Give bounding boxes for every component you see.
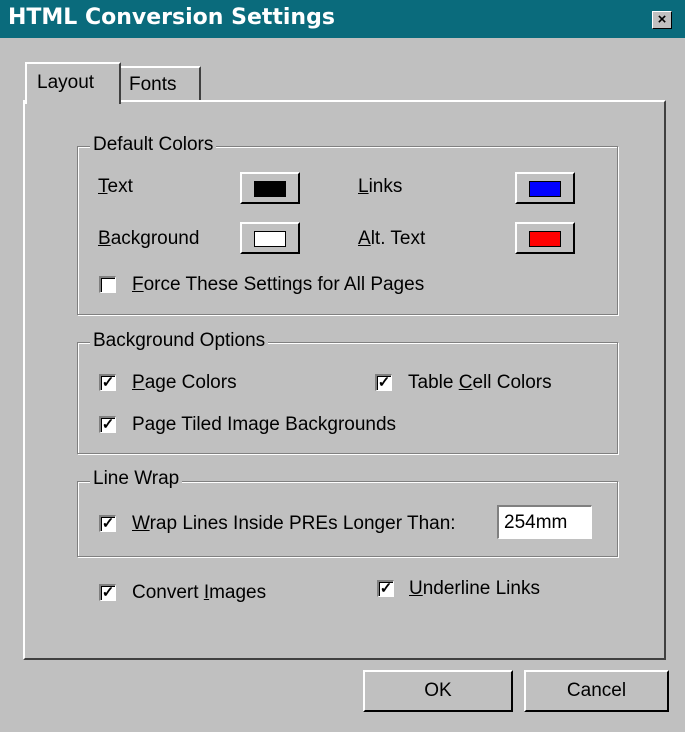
text-color-label: Text (98, 176, 133, 198)
check-icon: ✓ (101, 374, 115, 391)
group-legend: Line Wrap (90, 468, 183, 490)
force-settings-label-text: orce These Settings for All Pages (143, 274, 425, 295)
underline-links-checkbox[interactable]: ✓ (377, 580, 394, 597)
background-color-button[interactable] (240, 222, 300, 254)
underline-links-label-mnemonic: U (409, 578, 423, 599)
convert-images-label[interactable]: Convert Images (132, 582, 266, 604)
links-color-swatch (529, 181, 561, 197)
background-color-label-text: ackground (110, 228, 200, 249)
check-icon: ✓ (101, 416, 115, 433)
convert-images-label-text-1: Convert (132, 582, 204, 603)
page-colors-checkbox[interactable]: ✓ (99, 374, 116, 391)
wrap-length-value: 254mm (504, 512, 568, 533)
ok-button[interactable]: OK (363, 670, 513, 712)
force-settings-label-mnemonic: F (132, 274, 144, 295)
alt-text-color-label: Alt. Text (358, 228, 425, 250)
tiled-backgrounds-checkbox[interactable]: ✓ (99, 416, 116, 433)
table-cell-colors-label[interactable]: Table Cell Colors (408, 372, 552, 394)
force-settings-label[interactable]: Force These Settings for All Pages (132, 274, 424, 296)
cancel-button[interactable]: Cancel (524, 670, 669, 712)
group-legend: Default Colors (90, 134, 217, 156)
text-color-button[interactable] (240, 172, 300, 204)
table-cell-colors-label-text-2: ell Colors (472, 372, 552, 393)
tiled-backgrounds-label[interactable]: Page Tiled Image Backgrounds (132, 414, 396, 436)
page-colors-label-mnemonic: P (132, 372, 145, 393)
wrap-lines-label-mnemonic: W (132, 513, 150, 534)
title-bar: HTML Conversion Settings × (0, 0, 685, 38)
wrap-length-input[interactable]: 254mm (497, 505, 592, 539)
background-options-group (77, 342, 618, 454)
tab-label: Fonts (129, 74, 177, 95)
text-color-label-text: ext (107, 176, 133, 197)
background-color-label-mnemonic: B (98, 228, 111, 249)
convert-images-label-text-2: mages (209, 582, 267, 603)
window-title: HTML Conversion Settings (8, 5, 335, 30)
text-color-label-mnemonic: T (98, 176, 108, 197)
alt-text-color-swatch (529, 231, 561, 247)
tab-fonts[interactable]: Fonts (119, 66, 201, 100)
links-color-button[interactable] (515, 172, 575, 204)
wrap-lines-label[interactable]: Wrap Lines Inside PREs Longer Than: (132, 513, 456, 535)
tab-layout[interactable]: Layout (25, 62, 121, 104)
links-color-label: Links (358, 176, 402, 198)
close-icon: × (657, 11, 667, 28)
wrap-lines-checkbox[interactable]: ✓ (99, 515, 116, 532)
page-colors-label[interactable]: Page Colors (132, 372, 237, 394)
close-button[interactable]: × (652, 11, 672, 29)
page-colors-label-text: age Colors (144, 372, 237, 393)
tab-label: Layout (37, 72, 95, 93)
background-color-label: Background (98, 228, 199, 250)
text-color-swatch (254, 181, 286, 197)
underline-links-label-text: nderline Links (422, 578, 540, 599)
check-icon: ✓ (377, 374, 391, 391)
check-icon: ✓ (101, 515, 115, 532)
alt-text-color-label-text: lt. Text (370, 228, 426, 249)
check-icon: ✓ (379, 580, 393, 597)
ok-label: OK (424, 680, 452, 701)
check-icon: ✓ (101, 584, 115, 601)
table-cell-colors-label-text-1: Table (408, 372, 459, 393)
background-color-swatch (254, 231, 286, 247)
links-color-label-mnemonic: L (358, 176, 369, 197)
cancel-label: Cancel (566, 680, 627, 701)
underline-links-label[interactable]: Underline Links (409, 578, 540, 600)
group-legend: Background Options (90, 330, 269, 352)
force-settings-checkbox[interactable] (99, 276, 116, 293)
alt-text-color-button[interactable] (515, 222, 575, 254)
table-cell-colors-label-mnemonic: C (458, 372, 473, 393)
table-cell-colors-checkbox[interactable]: ✓ (375, 374, 392, 391)
wrap-lines-label-text: rap Lines Inside PREs Longer Than: (149, 513, 456, 534)
links-color-label-text: inks (368, 176, 403, 197)
alt-text-color-label-mnemonic: A (358, 228, 371, 249)
convert-images-checkbox[interactable]: ✓ (99, 584, 116, 601)
